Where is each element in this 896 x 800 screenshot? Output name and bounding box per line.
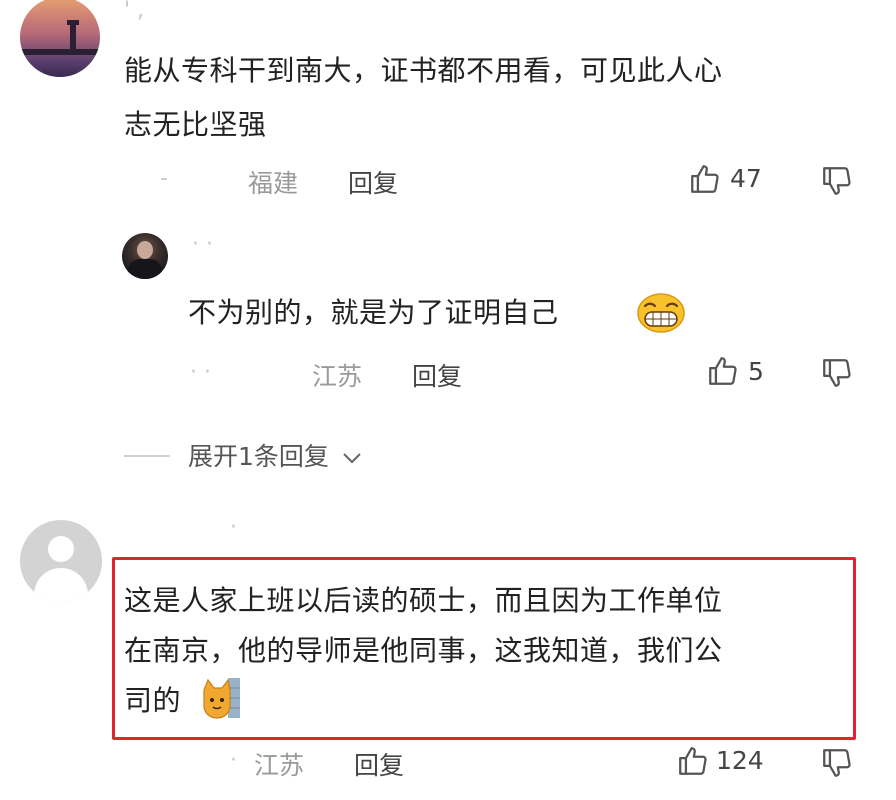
like-count: 124 xyxy=(716,746,764,775)
expand-replies-button[interactable]: 展开1条回复 xyxy=(188,437,363,473)
avatar-lighthouse xyxy=(70,23,76,49)
avatar-head xyxy=(137,241,153,259)
avatar-lighthouse-top xyxy=(67,20,79,25)
comment-text: 在南京，他的导师是他同事，这我知道，我们公 xyxy=(124,634,723,667)
avatar-body xyxy=(128,259,162,279)
username[interactable]: ' , xyxy=(124,0,144,23)
avatar[interactable] xyxy=(122,233,168,279)
expand-replies-label: 展开1条回复 xyxy=(188,442,329,471)
comment-text: 能从专科干到南大，证书都不用看，可见此人心 xyxy=(124,54,723,87)
comment-text: 司的 xyxy=(124,684,182,717)
avatar-body xyxy=(34,568,88,602)
avatar-pier xyxy=(20,49,100,55)
thumbs-down-icon[interactable] xyxy=(820,746,854,780)
thumbs-up-icon[interactable] xyxy=(706,354,740,388)
comment-time: · xyxy=(230,748,237,773)
thumbs-up-icon[interactable] xyxy=(676,744,710,778)
thumbs-down-icon[interactable] xyxy=(820,356,854,390)
chevron-down-icon xyxy=(341,450,363,466)
avatar[interactable] xyxy=(20,0,100,77)
reply-button[interactable]: 回复 xyxy=(354,746,404,782)
comment-time: - xyxy=(160,166,168,191)
like-count: 5 xyxy=(748,357,764,386)
comment-text: 志无比坚强 xyxy=(124,108,267,141)
username[interactable]: · xyxy=(230,515,237,540)
reply-button[interactable]: 回复 xyxy=(412,357,462,393)
thumbs-down-icon[interactable] xyxy=(820,164,854,198)
comment-location: 江苏 xyxy=(254,751,305,780)
reply-button[interactable]: 回复 xyxy=(348,164,398,200)
like-count: 47 xyxy=(730,164,762,193)
comment-location: 福建 xyxy=(248,169,299,198)
expand-divider xyxy=(124,455,170,457)
comment-text: 这是人家上班以后读的硕士，而且因为工作单位 xyxy=(124,584,723,617)
grinning-emoji xyxy=(636,292,686,334)
avatar-head xyxy=(48,536,74,562)
username[interactable]: · · xyxy=(192,232,213,257)
cat-emoji xyxy=(200,676,242,720)
avatar[interactable] xyxy=(20,520,102,602)
comment-time: · · xyxy=(190,360,211,385)
comment-text: 不为别的，就是为了证明自己 xyxy=(188,296,559,329)
thumbs-up-icon[interactable] xyxy=(688,162,722,196)
comment-location: 江苏 xyxy=(312,362,363,391)
